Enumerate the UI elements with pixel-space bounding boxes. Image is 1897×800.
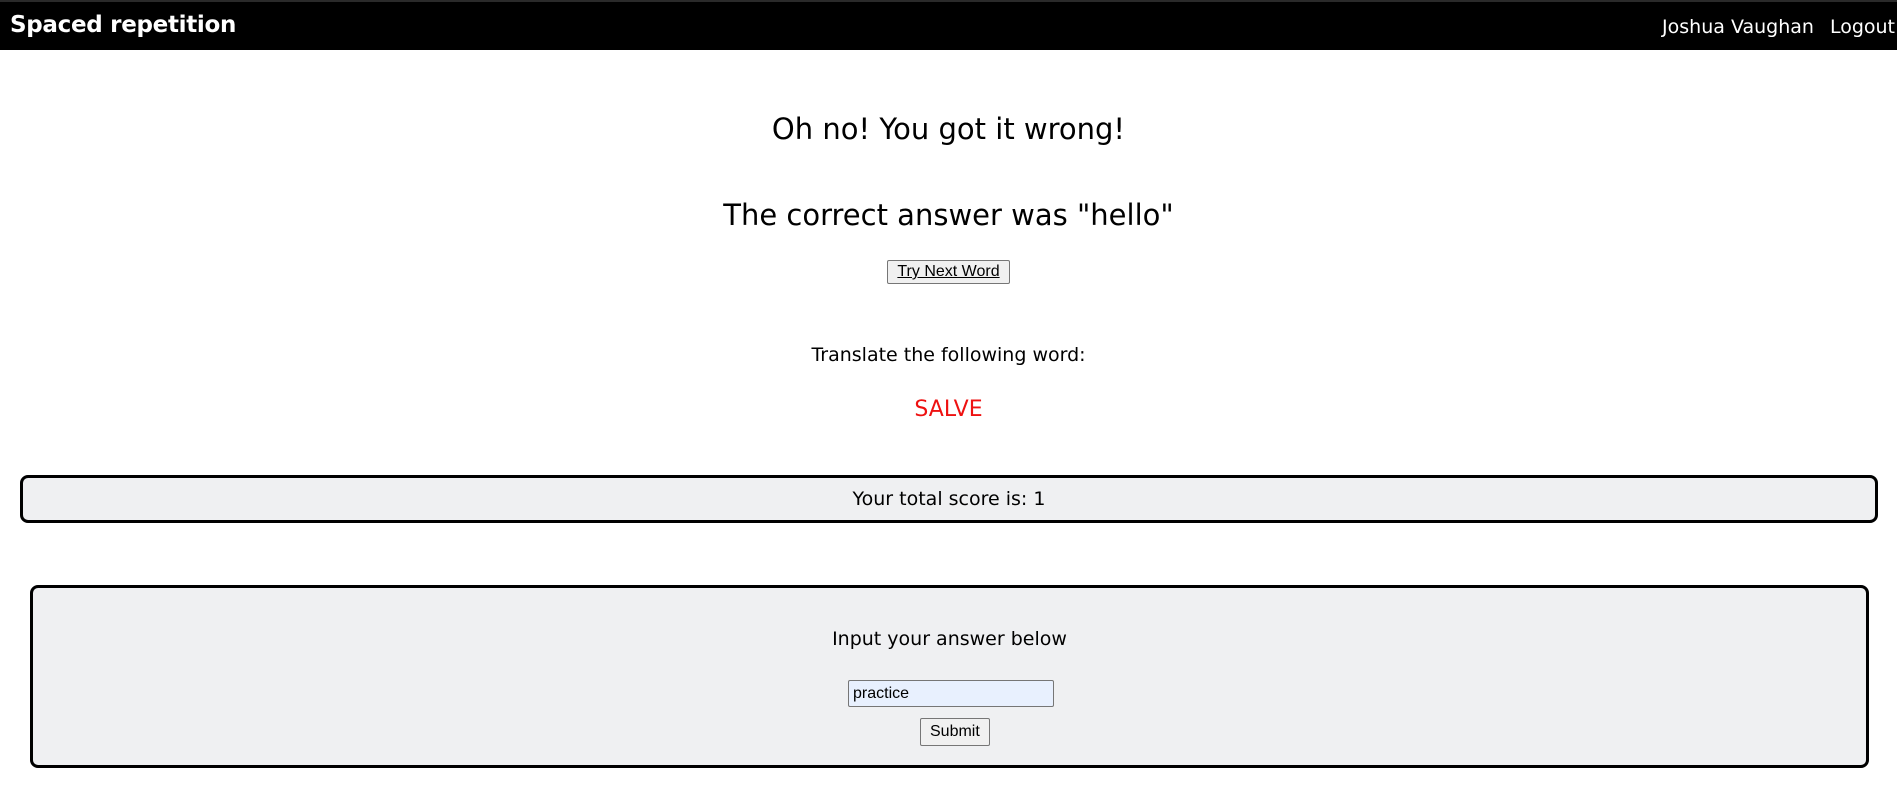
translate-instruction: Translate the following word: (811, 344, 1086, 366)
logout-link[interactable]: Logout (1830, 16, 1895, 38)
try-next-word-button[interactable]: Try Next Word (887, 260, 1010, 284)
score-text: Your total score is: 1 (852, 488, 1046, 510)
answer-form: Input your answer below Submit (30, 585, 1869, 768)
next-word-container: Try Next Word (0, 260, 1897, 284)
user-nav: Joshua Vaughan Logout (1662, 16, 1895, 38)
answer-form-title: Input your answer below (832, 628, 1067, 650)
score-panel: Your total score is: 1 (20, 475, 1878, 523)
correct-answer-text: The correct answer was "hello" (723, 198, 1174, 232)
word-to-translate: SALVE (914, 397, 983, 422)
user-name: Joshua Vaughan (1662, 16, 1814, 38)
submit-button[interactable]: Submit (920, 718, 990, 746)
brand-link[interactable]: Spaced repetition (10, 12, 236, 38)
top-navigation-bar: Spaced repetition Joshua Vaughan Logout (0, 0, 1897, 50)
answer-input[interactable] (848, 680, 1054, 707)
feedback-title: Oh no! You got it wrong! (771, 112, 1126, 146)
